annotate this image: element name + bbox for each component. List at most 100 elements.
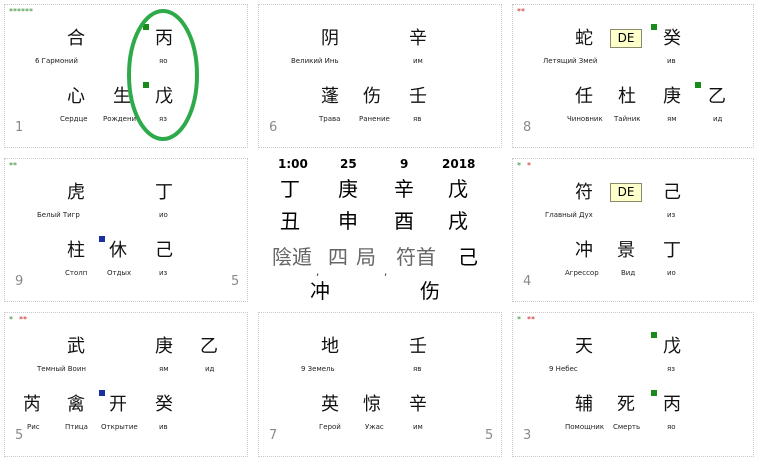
palace-stars-green: * [517, 315, 521, 324]
star-label: Столп [65, 269, 88, 277]
door-label: Ужас [365, 423, 384, 431]
deity-label: Главный Дух [545, 211, 593, 219]
star-char: 英 [321, 394, 339, 415]
star-label: Помощник [565, 423, 605, 431]
deity-char: 地 [321, 336, 339, 357]
comma-1: , [316, 267, 320, 278]
door-char: 伤 [363, 86, 381, 107]
month-earthly-branch: 酉 [394, 209, 414, 233]
deity-label: 6 Гармоний [35, 57, 78, 65]
extra-star-label: Рис [27, 423, 40, 431]
palace-8[interactable]: ** 蛇 Летящий Змей DE 癸 ив 任 Чиновник 杜 Т… [512, 4, 754, 148]
earth-stem-char: 己 [155, 240, 173, 261]
earth-stem-label: яв [413, 115, 422, 123]
zhi-fu-star: 冲 [310, 279, 330, 303]
earth-stem-label: ив [159, 423, 168, 431]
highlight-ellipse [127, 9, 199, 141]
year-earthly-branch: 戌 [448, 209, 468, 233]
door-label: Отдых [107, 269, 132, 277]
star-label: Сердце [60, 115, 88, 123]
deity-label: Великий Инь [291, 57, 339, 65]
door-label: Тайник [614, 115, 641, 123]
hour-heavenly-stem: 丁 [280, 177, 300, 201]
palace-number: 7 [269, 428, 278, 443]
green-marker [695, 82, 701, 88]
heaven-stem-label: яв [413, 365, 422, 373]
comma-2: , [384, 267, 388, 278]
deity-label: 9 Небес [549, 365, 578, 373]
year-heavenly-stem: 戊 [448, 177, 468, 201]
palace-number: 3 [523, 428, 532, 443]
door-label: Смерть [613, 423, 641, 431]
palace-number-right: 5 [485, 428, 494, 443]
green-marker [651, 24, 657, 30]
blue-marker [99, 390, 105, 396]
extra-star-char: 芮 [23, 394, 41, 415]
palace-stars: ****** [9, 7, 33, 16]
palace-stars-red: * [527, 161, 531, 170]
heaven-stem-label: ив [667, 57, 676, 65]
star-char: 任 [575, 86, 593, 107]
star-char: 柱 [67, 240, 85, 261]
deity-char: 合 [67, 28, 85, 49]
de-badge: DE [610, 183, 642, 202]
dun-label: 陰遁 [272, 245, 312, 269]
earth-stem-label: ям [667, 115, 677, 123]
heaven-stem-char: 庚 [155, 336, 173, 357]
fu-shou-stem: 己 [458, 245, 478, 269]
heaven-stem-label: ио [159, 211, 168, 219]
palace-stars-red: ** [527, 315, 535, 324]
earth-stem-char: 庚 [663, 86, 681, 107]
palace-stars-green: * [517, 161, 521, 170]
palace-stars-green: * [9, 315, 13, 324]
blue-marker [99, 236, 105, 242]
heaven-stem-label: яз [667, 365, 675, 373]
palace-5[interactable]: * ** 武 Темный Воин 庚 ям 乙 ид 芮 Рис 禽 Пти… [4, 312, 248, 457]
star-label: Герой [319, 423, 341, 431]
month-value: 9 [400, 157, 409, 171]
heaven-stem-char: 辛 [409, 28, 427, 49]
star-char: 冲 [575, 240, 593, 261]
earth-stem-char: 丁 [663, 240, 681, 261]
earth-stem-char: 丙 [663, 394, 681, 415]
palace-number-right: 5 [231, 274, 240, 289]
door-char: 休 [109, 240, 127, 261]
earth-stem-label: ио [667, 269, 676, 277]
heaven-stem-label: из [667, 211, 676, 219]
door-char: 惊 [363, 394, 381, 415]
deity-char: 武 [67, 336, 85, 357]
month-heavenly-stem: 辛 [394, 177, 414, 201]
deity-label: 9 Земель [301, 365, 335, 373]
earth-stem-char: 壬 [409, 86, 427, 107]
deity-char: 天 [575, 336, 593, 357]
day-earthly-branch: 申 [338, 209, 358, 233]
deity-label: Белый Тигр [37, 211, 80, 219]
palace-4[interactable]: * * 符 Главный Дух DE 己 из 冲 Агрессор 景 В… [512, 158, 754, 302]
de-badge: DE [610, 29, 642, 48]
palace-7[interactable]: 地 9 Земель 壬 яв 英 Герой 惊 Ужас 辛 им 7 5 [258, 312, 502, 457]
heaven-stem-char: 癸 [663, 28, 681, 49]
center-palace: 1:00 25 9 2018 丁 庚 辛 戊 丑 申 酉 戌 陰遁 四 局 符首… [258, 150, 502, 306]
deity-char: 阴 [321, 28, 339, 49]
palace-1[interactable]: ****** 合 6 Гармоний 丙 яо 心 Сердце 生 Рожд… [4, 4, 248, 148]
door-label: Ранение [359, 115, 390, 123]
earth-stem-char: 癸 [155, 394, 173, 415]
heaven-stem-char: 丁 [155, 182, 173, 203]
palace-3[interactable]: * ** 天 9 Небес 戊 яз 辅 Помощник 死 Смерть … [512, 312, 754, 457]
deity-char: 符 [575, 182, 593, 203]
hour-earthly-branch: 丑 [280, 209, 300, 233]
door-char: 开 [109, 394, 127, 415]
palace-6[interactable]: 阴 Великий Инь 辛 им 蓬 Трава 伤 Ранение 壬 я… [258, 4, 502, 148]
deity-label: Летящий Змей [543, 57, 598, 65]
palace-9[interactable]: ** 虎 Белый Тигр 丁 ио 柱 Столп 休 Отдых 己 и… [4, 158, 248, 302]
star-char: 心 [67, 86, 85, 107]
heaven-stem-char: 己 [663, 182, 681, 203]
heaven-stem-label: им [413, 57, 423, 65]
fu-shou-label: 符首 [396, 245, 436, 269]
palace-number: 4 [523, 274, 532, 289]
extra-stem-char: 乙 [708, 86, 726, 107]
heaven-stem-char: 戊 [663, 336, 681, 357]
star-char: 禽 [67, 394, 85, 415]
palace-number: 5 [15, 428, 24, 443]
door-char: 死 [617, 394, 635, 415]
